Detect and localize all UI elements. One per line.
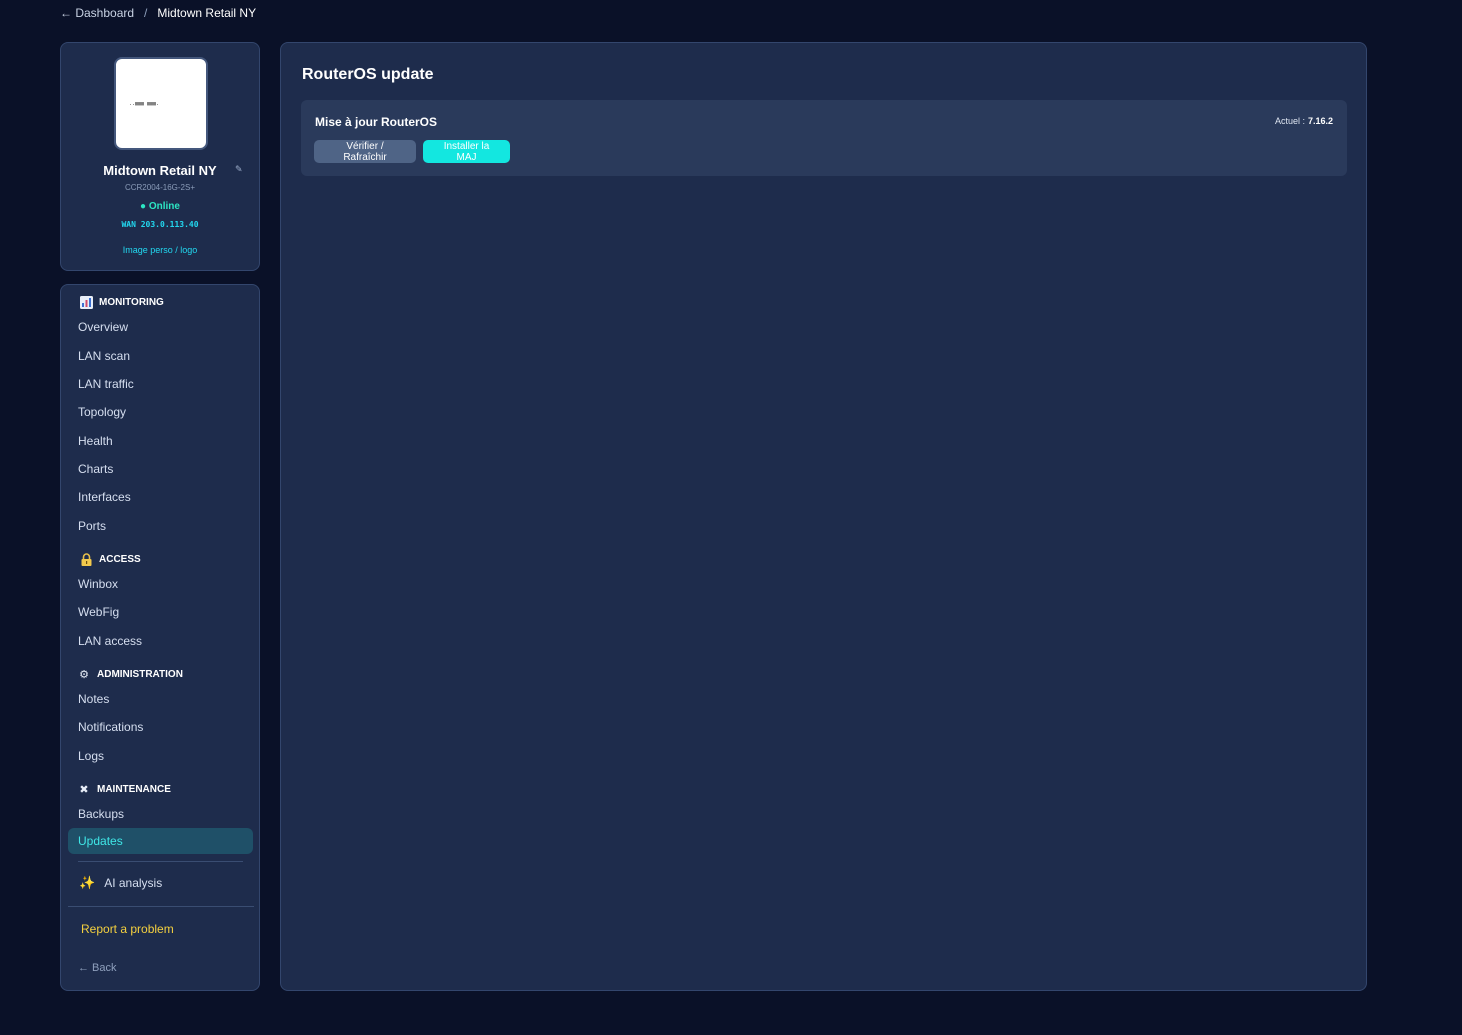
sidebar-item-charts[interactable]: Charts: [78, 462, 113, 476]
status-badge: ● Online: [140, 201, 180, 212]
section-administration-label: ADMINISTRATION: [97, 668, 183, 680]
sidebar-item-winbox[interactable]: Winbox: [78, 577, 118, 591]
pencil-icon[interactable]: ✎: [235, 164, 243, 175]
sidebar-item-logs[interactable]: Logs: [78, 749, 104, 763]
panel-title: Mise à jour RouterOS: [315, 115, 438, 129]
breadcrumb-dashboard-link[interactable]: ← Dashboard: [60, 6, 134, 20]
sidebar-item-lan-access[interactable]: LAN access: [78, 634, 142, 648]
section-access-label: ACCESS: [99, 553, 141, 565]
sidebar-item-ai-analysis[interactable]: ✨ AI analysis: [79, 875, 162, 891]
breadcrumb-separator: /: [144, 6, 148, 20]
device-wan: WAN 203.0.113.40: [121, 220, 199, 229]
ai-analysis-label: AI analysis: [104, 876, 163, 890]
sidebar-item-updates[interactable]: Updates: [68, 828, 253, 854]
device-model: CCR2004-16G-2S+: [124, 183, 196, 192]
sidebar-item-backups[interactable]: Backups: [78, 807, 124, 821]
bar-chart-icon: [79, 295, 93, 309]
sidebar-item-notes[interactable]: Notes: [78, 692, 109, 706]
sidebar-item-overview[interactable]: Overview: [78, 320, 128, 334]
refresh-button[interactable]: Vérifier / Rafraîchir: [314, 140, 416, 163]
report-problem-link[interactable]: Report a problem: [81, 922, 174, 936]
nav-divider: [78, 861, 243, 862]
back-link[interactable]: ← Back: [78, 962, 117, 974]
current-version: Actuel : 7.16.2: [1275, 116, 1333, 126]
wrench-icon: ✖: [79, 783, 89, 796]
section-maintenance: ✖ MAINTENANCE: [77, 782, 171, 796]
sidebar-item-lan-scan[interactable]: LAN scan: [78, 349, 130, 363]
gear-icon: ⚙: [79, 668, 89, 681]
section-access: ACCESS: [79, 552, 141, 566]
routeros-update-panel: Mise à jour RouterOS Actuel : 7.16.2 Vér…: [301, 100, 1347, 176]
sidebar-item-lan-traffic[interactable]: LAN traffic: [78, 377, 134, 391]
sidebar-item-notifications[interactable]: Notifications: [78, 720, 143, 734]
sidebar-item-interfaces[interactable]: Interfaces: [78, 490, 131, 504]
section-monitoring-label: MONITORING: [99, 296, 164, 308]
lock-icon: [79, 552, 93, 566]
sidebar-item-health[interactable]: Health: [78, 434, 113, 448]
sidebar-item-ports[interactable]: Ports: [78, 519, 106, 533]
page-title: RouterOS update: [302, 66, 434, 83]
router-image-caption: ..▥▥▥ ▥▥▥.: [128, 101, 160, 107]
nav-divider: [68, 906, 254, 907]
current-version-value: 7.16.2: [1307, 116, 1333, 126]
device-card: ..▥▥▥ ▥▥▥. Midtown Retail NY ✎ CCR2004-1…: [60, 42, 260, 271]
main-panel: RouterOS update Mise à jour RouterOS Act…: [280, 42, 1367, 991]
breadcrumb: ← Dashboard / Midtown Retail NY: [60, 6, 256, 20]
sidebar-item-topology[interactable]: Topology: [78, 405, 126, 419]
section-administration: ⚙ ADMINISTRATION: [77, 667, 183, 681]
install-update-button[interactable]: Installer la MAJ: [423, 140, 510, 163]
section-maintenance-label: MAINTENANCE: [97, 783, 171, 795]
section-monitoring: MONITORING: [79, 295, 164, 309]
sidebar-nav: MONITORING Overview LAN scan LAN traffic…: [60, 284, 260, 991]
sidebar-item-webfig[interactable]: WebFig: [78, 605, 119, 619]
device-name: Midtown Retail NY: [103, 163, 217, 178]
custom-logo-link[interactable]: Image perso / logo: [61, 245, 259, 255]
device-image: ..▥▥▥ ▥▥▥.: [114, 57, 208, 150]
current-version-label: Actuel :: [1274, 116, 1305, 126]
sparkles-icon: ✨: [79, 875, 96, 890]
breadcrumb-current: Midtown Retail NY: [157, 6, 257, 20]
